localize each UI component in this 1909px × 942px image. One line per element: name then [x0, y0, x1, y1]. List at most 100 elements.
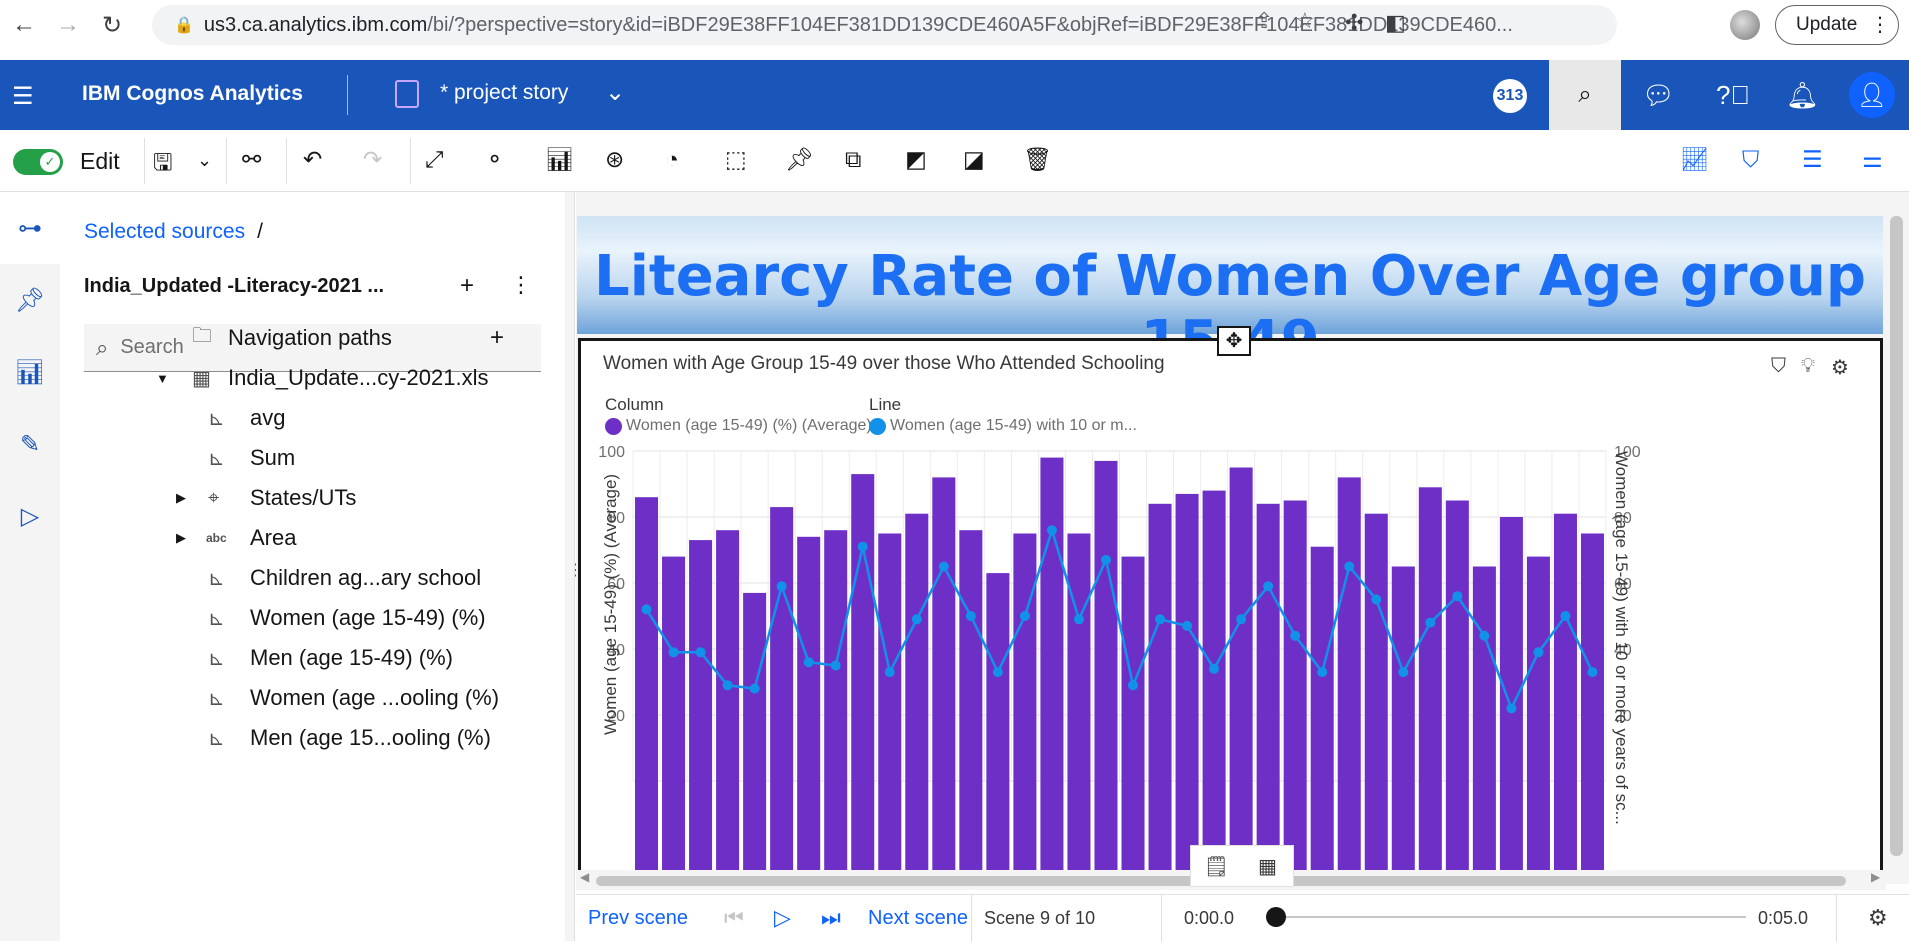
- notification-count-badge[interactable]: 313: [1493, 79, 1527, 113]
- line-point: [1506, 703, 1517, 714]
- legend-column-item[interactable]: Women (age 15-49) (%) (Average): [605, 417, 872, 435]
- story-title[interactable]: * project story: [440, 81, 568, 105]
- scroll-thumb[interactable]: [1890, 216, 1903, 856]
- extensions-icon[interactable]: ✣: [1345, 10, 1363, 36]
- line-point: [1073, 614, 1084, 625]
- source-name[interactable]: India_Updated -Literacy-2021 ...: [84, 275, 384, 298]
- measure-icon: ⊾: [208, 407, 225, 430]
- add-navigation-path-icon[interactable]: +: [490, 324, 504, 352]
- tree-item[interactable]: ⊾ Women (age ...ooling (%): [60, 678, 565, 718]
- tree-item[interactable]: ▶ ⌖ States/UTs: [60, 478, 565, 518]
- share-icon[interactable]: ⚯: [242, 146, 261, 173]
- add-source-icon[interactable]: +: [460, 272, 474, 300]
- timeline-knob[interactable]: [1266, 907, 1286, 927]
- table-view-icon[interactable]: ▦: [1242, 846, 1293, 886]
- reload-icon[interactable]: ↻: [92, 5, 132, 45]
- fields-icon[interactable]: ☰: [1802, 146, 1823, 173]
- notes-view-icon[interactable]: 🗒︎: [1191, 846, 1242, 886]
- chart-type-icon[interactable]: 📊︎: [545, 146, 574, 173]
- insights-icon[interactable]: 📈︎: [1680, 146, 1709, 173]
- browser-menu-icon[interactable]: ⋮: [1870, 12, 1890, 37]
- help-icon[interactable]: ?⃝: [1716, 80, 1750, 111]
- play-icon[interactable]: ▷: [774, 905, 791, 931]
- delete-icon[interactable]: 🗑︎: [1023, 146, 1052, 173]
- skip-forward-icon[interactable]: ⏭: [821, 905, 841, 931]
- copy-icon[interactable]: ⧉: [845, 146, 861, 173]
- tree-item[interactable]: ⊾ avg: [60, 398, 565, 438]
- prev-scene-button[interactable]: Prev scene: [588, 907, 688, 930]
- update-button[interactable]: Update ⋮: [1775, 5, 1899, 45]
- tree-item[interactable]: 🗀 Navigation paths +: [60, 318, 565, 358]
- navigate-icon[interactable]: ⊛: [605, 146, 624, 173]
- settings-icon[interactable]: ⚙: [1831, 355, 1849, 380]
- select-area-icon[interactable]: ⬚: [725, 146, 747, 173]
- bring-forward-icon[interactable]: ◩: [905, 146, 927, 173]
- tree-item[interactable]: ⊾ Men (age 15...ooling (%): [60, 718, 565, 758]
- timeline-slider[interactable]: [1266, 907, 1746, 927]
- pin-icon[interactable]: 📌︎: [0, 264, 60, 336]
- assets-icon[interactable]: ✎: [0, 408, 60, 480]
- save-options-chevron-icon[interactable]: ⌄: [197, 150, 212, 171]
- filter-icon[interactable]: ⛉: [1771, 355, 1786, 378]
- chart-title: Women with Age Group 15-49 over those Wh…: [603, 353, 1165, 374]
- tree-item[interactable]: ⊾ Children ag...ary school: [60, 558, 565, 598]
- chart-widget[interactable]: ✥ Women with Age Group 15-49 over those …: [578, 326, 1883, 884]
- tree-item-label: States/UTs: [250, 485, 357, 510]
- gear-icon[interactable]: ⚙: [1868, 905, 1888, 931]
- vertical-scrollbar[interactable]: [1884, 192, 1909, 884]
- bookmark-star-icon[interactable]: ☆: [1295, 8, 1315, 34]
- bar-divider: [971, 895, 972, 942]
- save-icon[interactable]: 🖫: [153, 146, 173, 185]
- redo-icon[interactable]: ↷: [363, 146, 382, 173]
- toolbar-divider: [286, 138, 287, 184]
- tree-item[interactable]: ⊾ Men (age 15-49) (%): [60, 638, 565, 678]
- lightbulb-icon[interactable]: 💡︎: [1801, 355, 1815, 378]
- tree-item[interactable]: ⊾ Women (age 15-49) (%): [60, 598, 565, 638]
- line-point: [1236, 614, 1247, 625]
- forward-icon[interactable]: →: [48, 5, 88, 45]
- title-banner[interactable]: Litearcy Rate of Women Over Age group 15…: [577, 216, 1883, 374]
- panel-splitter[interactable]: ⋮: [565, 192, 584, 941]
- chevron-down-icon[interactable]: ⌄: [605, 78, 625, 107]
- tree-item[interactable]: ⊾ Sum: [60, 438, 565, 478]
- line-point: [884, 667, 895, 678]
- move-icon[interactable]: ✥: [1217, 326, 1251, 356]
- assistant-chat-icon[interactable]: 💬︎: [1642, 80, 1675, 111]
- timer-icon[interactable]: ◔: [665, 146, 679, 173]
- toolbar-divider: [226, 138, 227, 184]
- hamburger-menu-icon[interactable]: ☰: [12, 82, 34, 111]
- next-scene-button[interactable]: Next scene: [868, 907, 968, 930]
- relationship-icon[interactable]: ⚬: [485, 146, 504, 173]
- tree-item[interactable]: ▶ abc Area: [60, 518, 565, 558]
- undo-icon[interactable]: ↶: [303, 146, 322, 173]
- side-panel-icon[interactable]: ◧: [1385, 10, 1406, 36]
- scroll-left-icon[interactable]: ◀: [580, 870, 589, 884]
- back-icon[interactable]: ←: [4, 5, 44, 45]
- data-sources-icon[interactable]: ⊶: [0, 192, 60, 264]
- expand-icon[interactable]: ⤢: [425, 146, 443, 173]
- bar: [1310, 546, 1334, 884]
- visualizations-icon[interactable]: 📊︎: [0, 336, 60, 408]
- app-brand: IBM Cognos Analytics: [82, 82, 303, 105]
- browser-profile-avatar[interactable]: [1730, 10, 1760, 40]
- edit-mode-toggle[interactable]: ✓: [13, 149, 63, 175]
- media-icon[interactable]: ▷: [0, 480, 60, 552]
- legend-line-item[interactable]: Women (age 15-49) with 10 or m...: [869, 417, 1137, 435]
- caret-right-icon[interactable]: ▶: [176, 490, 186, 506]
- notifications-bell-icon[interactable]: 🔔︎: [1786, 80, 1819, 111]
- scroll-right-icon[interactable]: ▶: [1871, 870, 1880, 884]
- skip-back-icon[interactable]: ⏮: [724, 905, 744, 931]
- share-icon[interactable]: ⇪: [1255, 8, 1273, 34]
- properties-icon[interactable]: ⚌: [1862, 146, 1883, 173]
- more-options-icon[interactable]: ⋮: [510, 272, 532, 298]
- tree-item[interactable]: ▼ ▦ India_Update...cy-2021.xls: [60, 358, 565, 398]
- caret-right-icon[interactable]: ▶: [176, 530, 186, 546]
- pin-icon[interactable]: 📌︎: [785, 146, 814, 173]
- send-backward-icon[interactable]: ◪: [963, 146, 985, 173]
- search-icon[interactable]: ⌕: [1549, 60, 1621, 130]
- breadcrumb-selected-sources[interactable]: Selected sources: [84, 220, 245, 243]
- user-avatar-icon[interactable]: 👤︎: [1849, 72, 1895, 118]
- caret-down-icon[interactable]: ▼: [156, 371, 169, 386]
- bar: [635, 497, 659, 884]
- filter-icon[interactable]: ⛉: [1742, 146, 1759, 173]
